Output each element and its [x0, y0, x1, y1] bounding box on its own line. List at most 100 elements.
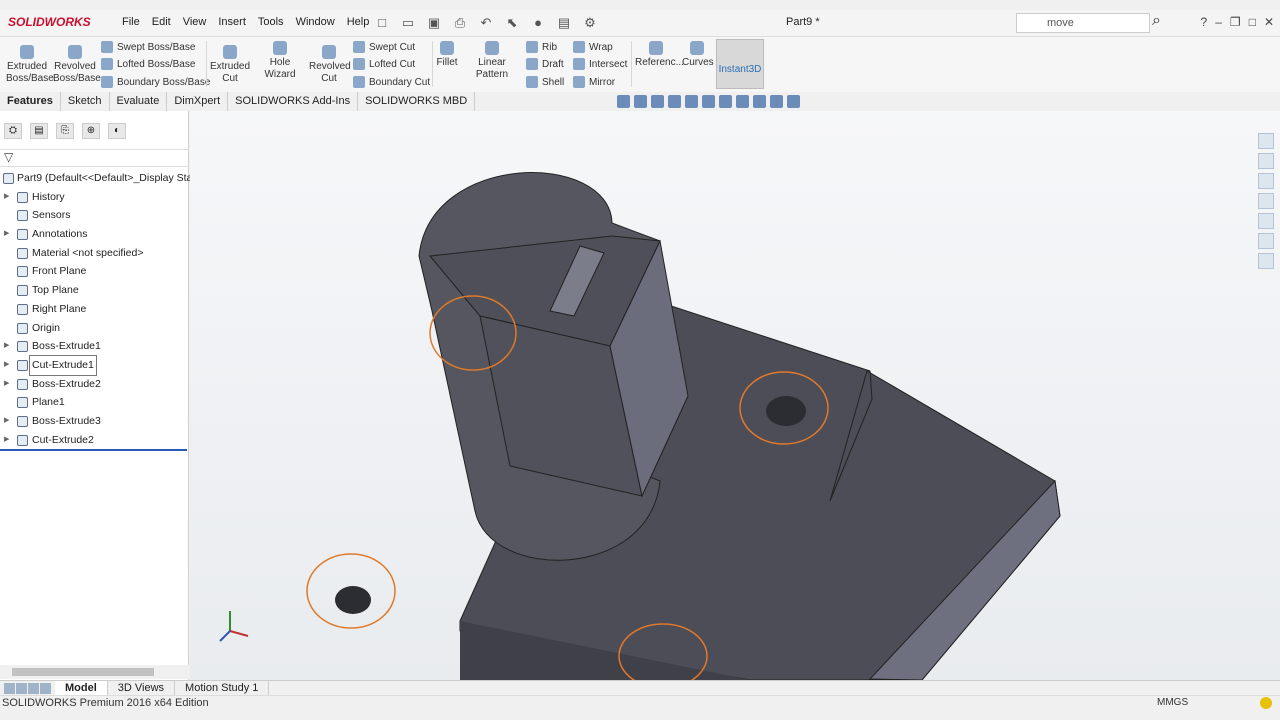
close-icon[interactable]: ✕	[1264, 15, 1274, 29]
menu-help[interactable]: Help	[341, 16, 376, 28]
previous-view-icon[interactable]	[651, 95, 664, 108]
tree-item-boss-extrude1[interactable]: ▶ Boss-Extrude1	[0, 337, 189, 356]
print-icon[interactable]: ⎙	[450, 14, 470, 32]
forum-icon[interactable]	[1258, 253, 1274, 269]
fillet-button[interactable]: Fillet	[436, 41, 458, 69]
app-logo[interactable]: SOLIDWORKS	[8, 15, 91, 29]
swept-boss-button[interactable]: Swept Boss/Base	[101, 41, 195, 53]
extruded-cut-button[interactable]: Extruded Cut	[210, 45, 250, 85]
display-manager-tab-icon[interactable]: ◐	[108, 123, 126, 139]
feature-manager-tab-icon[interactable]: ⛭	[4, 123, 22, 139]
shell-button[interactable]: Shell	[526, 76, 564, 88]
help-icon[interactable]: ?	[1201, 15, 1208, 29]
last-tab-icon[interactable]	[40, 683, 51, 694]
edit-appearance-icon[interactable]	[753, 95, 766, 108]
expand-arrow-icon[interactable]: ▶	[4, 431, 9, 450]
tree-item-origin[interactable]: Origin	[0, 319, 189, 338]
linear-pattern-button[interactable]: Linear Pattern	[462, 41, 522, 81]
tree-root-part[interactable]: Part9 (Default<<Default>_Display Sta	[0, 169, 192, 188]
lofted-cut-button[interactable]: Lofted Cut	[353, 58, 415, 70]
tree-item-right-plane[interactable]: Right Plane	[0, 300, 189, 319]
menu-edit[interactable]: Edit	[146, 16, 177, 28]
panel-horizontal-scrollbar[interactable]	[0, 665, 189, 679]
open-icon[interactable]: ▭	[398, 14, 418, 32]
tab-features[interactable]: Features	[0, 92, 61, 111]
tree-item-sensors[interactable]: Sensors	[0, 206, 189, 225]
custom-properties-icon[interactable]	[1258, 233, 1274, 249]
appearances-icon[interactable]	[1258, 213, 1274, 229]
search-icon[interactable]: ⌕	[1152, 12, 1161, 30]
design-library-icon[interactable]	[1258, 153, 1274, 169]
menu-file[interactable]: File	[116, 16, 146, 28]
lofted-boss-button[interactable]: Lofted Boss/Base	[101, 58, 195, 70]
unit-system[interactable]: MMGS	[1157, 697, 1188, 708]
graphics-area[interactable]	[190, 111, 1280, 680]
display-style-icon[interactable]	[719, 95, 732, 108]
view-orientation-icon[interactable]	[702, 95, 715, 108]
expand-arrow-icon[interactable]: ▶	[4, 356, 9, 375]
extruded-boss-button[interactable]: Extruded Boss/Base	[6, 45, 54, 85]
restore-icon[interactable]: ❐	[1230, 15, 1241, 29]
tab-evaluate[interactable]: Evaluate	[110, 92, 168, 111]
new-icon[interactable]: □	[372, 14, 392, 32]
file-explorer-icon[interactable]	[1258, 173, 1274, 189]
curves-button[interactable]: Curves	[682, 41, 714, 69]
tooltip-icon[interactable]	[1260, 697, 1272, 709]
expand-arrow-icon[interactable]: ▶	[4, 412, 9, 431]
boundary-boss-button[interactable]: Boundary Boss/Base	[101, 76, 210, 88]
tree-item-boss-extrude2[interactable]: ▶ Boss-Extrude2	[0, 375, 189, 394]
draft-button[interactable]: Draft	[526, 58, 564, 70]
hole-wizard-button[interactable]: Hole Wizard	[254, 41, 306, 81]
undo-icon[interactable]: ↶	[476, 14, 496, 32]
file-properties-icon[interactable]: ▤	[554, 14, 574, 32]
rib-button[interactable]: Rib	[526, 41, 557, 53]
menu-insert[interactable]: Insert	[212, 16, 252, 28]
instant3d-button[interactable]: Instant3D	[716, 39, 764, 89]
hide-show-icon[interactable]	[736, 95, 749, 108]
tab-sketch[interactable]: Sketch	[61, 92, 110, 111]
dimxpert-manager-tab-icon[interactable]: ⊕	[82, 123, 100, 139]
intersect-button[interactable]: Intersect	[573, 58, 627, 70]
dynamic-annotation-icon[interactable]	[685, 95, 698, 108]
maximize-icon[interactable]: □	[1249, 15, 1256, 29]
part-model[interactable]	[190, 111, 1280, 680]
options-icon[interactable]: ⚙	[580, 14, 600, 32]
expand-arrow-icon[interactable]: ▶	[4, 188, 9, 207]
view-palette-icon[interactable]	[1258, 193, 1274, 209]
tree-item-top-plane[interactable]: Top Plane	[0, 281, 189, 300]
section-view-icon[interactable]	[668, 95, 681, 108]
menu-view[interactable]: View	[177, 16, 213, 28]
boundary-cut-button[interactable]: Boundary Cut	[353, 76, 430, 88]
tab-addins[interactable]: SOLIDWORKS Add-Ins	[228, 92, 359, 111]
expand-arrow-icon[interactable]: ▶	[4, 375, 9, 394]
select-icon[interactable]: ⬉	[502, 14, 522, 32]
wrap-button[interactable]: Wrap	[573, 41, 613, 53]
tree-filter[interactable]: ▽	[0, 149, 189, 167]
save-icon[interactable]: ▣	[424, 14, 444, 32]
zoom-area-icon[interactable]	[634, 95, 647, 108]
tree-item-plane1[interactable]: Plane1	[0, 393, 189, 412]
view-settings-icon[interactable]	[787, 95, 800, 108]
tree-item-boss-extrude3[interactable]: ▶ Boss-Extrude3	[0, 412, 189, 431]
apply-scene-icon[interactable]	[770, 95, 783, 108]
tree-item-cut-extrude2[interactable]: ▶ Cut-Extrude2	[0, 431, 189, 450]
tab-model[interactable]: Model	[55, 681, 108, 695]
rollback-bar[interactable]	[0, 449, 187, 451]
swept-cut-button[interactable]: Swept Cut	[353, 41, 415, 53]
mirror-button[interactable]: Mirror	[573, 76, 615, 88]
resources-icon[interactable]	[1258, 133, 1274, 149]
tab-motion-study[interactable]: Motion Study 1	[175, 681, 270, 695]
tab-dimxpert[interactable]: DimXpert	[167, 92, 229, 111]
minimize-icon[interactable]: –	[1215, 15, 1222, 29]
tree-item-material[interactable]: Material <not specified>	[0, 244, 189, 263]
expand-arrow-icon[interactable]: ▶	[4, 337, 9, 356]
revolved-cut-button[interactable]: Revolved Cut	[309, 45, 351, 85]
revolved-boss-button[interactable]: Revolved Boss/Base	[53, 45, 101, 85]
tab-mbd[interactable]: SOLIDWORKS MBD	[358, 92, 476, 111]
configuration-manager-tab-icon[interactable]: ⎘	[56, 123, 74, 139]
first-tab-icon[interactable]	[4, 683, 15, 694]
expand-arrow-icon[interactable]: ▶	[4, 225, 9, 244]
property-manager-tab-icon[interactable]: ▤	[30, 123, 48, 139]
prev-tab-icon[interactable]	[16, 683, 27, 694]
next-tab-icon[interactable]	[28, 683, 39, 694]
